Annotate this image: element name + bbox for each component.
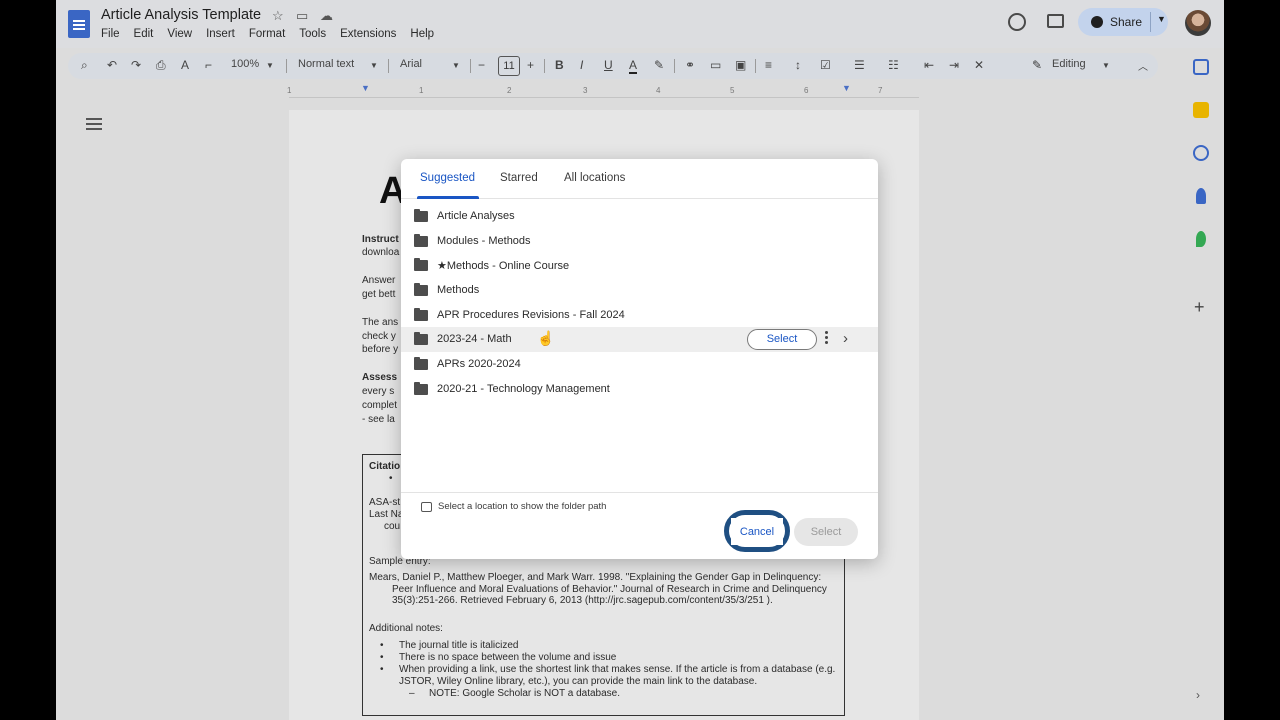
folder-icon	[414, 209, 428, 222]
cancel-button[interactable]: Cancel	[731, 518, 783, 545]
list-item[interactable]: Article Analyses	[401, 204, 878, 229]
dialog-tabs: Suggested Starred All locations	[401, 159, 878, 199]
select-button[interactable]: Select	[794, 518, 858, 546]
tab-starred[interactable]: Starred	[500, 172, 538, 184]
tab-all-locations[interactable]: All locations	[564, 172, 625, 184]
folder-name: Methods	[437, 284, 480, 297]
row-select-button[interactable]: Select	[747, 329, 817, 351]
folder-name: Modules - Methods	[437, 234, 531, 247]
folder-name: APRs 2020-2024	[437, 358, 521, 371]
list-item[interactable]: Modules - Methods	[401, 229, 878, 254]
chevron-right-icon[interactable]: ›	[843, 330, 848, 347]
folder-icon	[414, 283, 428, 297]
list-item[interactable]: APR Procedures Revisions - Fall 2024	[401, 303, 878, 328]
more-options-icon[interactable]	[825, 331, 829, 347]
folder-picker-dialog: Suggested Starred All locations Article …	[401, 159, 878, 559]
folder-name: APR Procedures Revisions - Fall 2024	[437, 308, 625, 321]
list-item[interactable]: Methods	[401, 278, 878, 303]
list-item[interactable]: ★Methods - Online Course	[401, 253, 878, 278]
list-item[interactable]: APRs 2020-2024	[401, 352, 878, 377]
folder-icon	[414, 381, 428, 395]
drive-icon	[421, 502, 432, 512]
folder-icon	[414, 307, 428, 321]
hand-cursor-icon: ☝	[537, 330, 555, 347]
folder-name: 2023-24 - Math	[437, 333, 512, 346]
folder-name: Article Analyses	[437, 210, 515, 222]
list-item-hovered[interactable]: 2023-24 - Math ☝ Select ›	[401, 327, 878, 353]
folder-name: ★Methods - Online Course	[437, 260, 570, 273]
folder-icon	[414, 332, 428, 346]
folder-path-hint: Select a location to show the folder pat…	[438, 501, 607, 512]
folder-list: Article Analyses Modules - Methods ★Meth…	[401, 204, 878, 402]
docs-window: Article Analysis Template ☆ ▭ ☁ File Edi…	[56, 0, 1224, 720]
folder-icon	[414, 357, 428, 371]
folder-name: 2020-21 - Technology Management	[437, 382, 610, 395]
tab-suggested[interactable]: Suggested	[420, 172, 475, 184]
active-tab-indicator	[417, 196, 479, 199]
list-item[interactable]: 2020-21 - Technology Management	[401, 377, 878, 402]
folder-icon	[414, 258, 428, 272]
folder-icon	[414, 233, 428, 247]
